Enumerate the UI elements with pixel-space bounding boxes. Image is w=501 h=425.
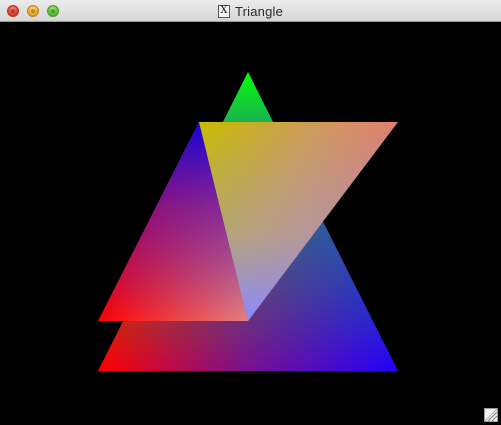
app-window: X Triangle — [0, 0, 501, 425]
triangle-scene — [98, 72, 398, 371]
resize-grip-icon[interactable] — [484, 408, 498, 422]
title-bar[interactable]: X Triangle — [0, 0, 501, 22]
x11-app-icon: X — [217, 4, 230, 18]
zoom-button[interactable] — [47, 5, 59, 17]
zoom-icon — [51, 9, 55, 13]
minimize-button[interactable] — [27, 5, 39, 17]
opengl-canvas[interactable] — [0, 23, 501, 425]
close-button[interactable] — [7, 5, 19, 17]
close-icon — [11, 9, 15, 13]
window-title: Triangle — [234, 3, 284, 19]
minimize-icon — [31, 9, 35, 13]
title-group: X Triangle — [0, 0, 501, 22]
